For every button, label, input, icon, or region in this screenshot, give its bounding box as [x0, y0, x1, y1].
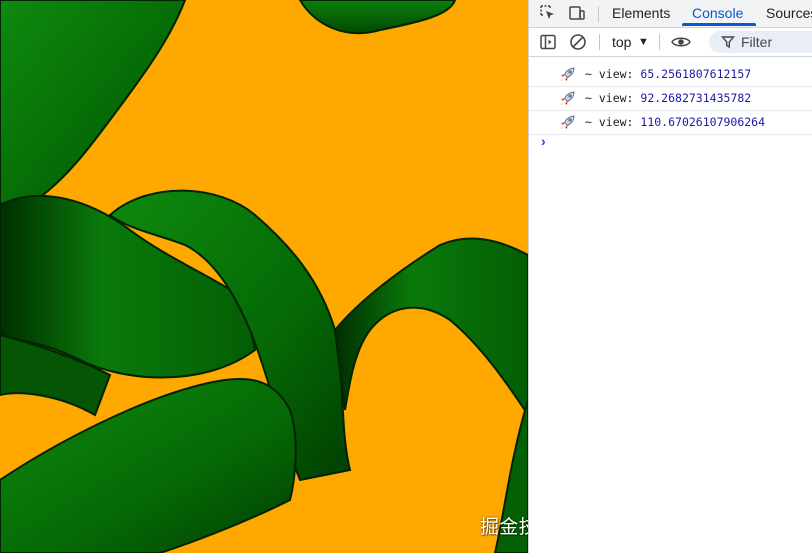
ribbon-right-rise	[333, 237, 528, 417]
tab-elements[interactable]: Elements	[612, 5, 670, 21]
filter-input[interactable]: Filter	[709, 31, 812, 53]
ribbon-bottom-sweep	[0, 378, 297, 553]
chevron-down-icon[interactable]: ▼	[638, 36, 649, 48]
log-value: 92.2682731435782	[640, 91, 752, 105]
console-prompt[interactable]: ›	[541, 133, 546, 149]
log-value: 110.67026107906264	[640, 115, 766, 129]
toolbar-separator	[659, 34, 660, 50]
ribbon-top-center	[298, 0, 457, 35]
rocket-icon	[561, 91, 575, 105]
inspect-element-icon[interactable]	[539, 4, 557, 22]
tab-sources[interactable]: Sources	[766, 5, 812, 21]
context-selector[interactable]: top	[612, 34, 631, 50]
tab-separator	[598, 6, 599, 22]
console-toolbar: top ▼ Filter	[529, 28, 812, 57]
rocket-icon	[561, 67, 575, 81]
live-expression-icon[interactable]	[671, 33, 691, 51]
filter-placeholder: Filter	[741, 34, 773, 50]
console-log-row[interactable]: ~ view: 92.2682731435782	[529, 87, 812, 111]
log-value: 65.2561807612157	[640, 67, 752, 81]
active-tab-indicator	[682, 23, 756, 26]
ribbon-top-left	[0, 0, 187, 222]
toolbar-separator	[599, 34, 600, 50]
device-toolbar-icon[interactable]	[568, 4, 586, 22]
console-log-row[interactable]: ~ view: 110.67026107906264	[529, 111, 812, 135]
devtools-tab-bar: Elements Console Sources	[529, 0, 812, 28]
filter-icon	[721, 36, 735, 49]
console-sidebar-icon[interactable]	[539, 33, 557, 51]
log-prefix: ~ view:	[585, 91, 634, 105]
webgl-viewport[interactable]: 掘金技术社区 @ 敲敲敲敲暴你脑袋	[0, 0, 528, 553]
ribbon-scene	[0, 0, 528, 553]
log-prefix: ~ view:	[585, 67, 634, 81]
rocket-icon	[561, 115, 575, 129]
watermark: 掘金技术社区 @ 敲敲敲敲暴你脑袋	[480, 516, 528, 538]
tab-console[interactable]: Console	[692, 5, 743, 21]
console-log-row[interactable]: ~ view: 65.2561807612157	[529, 63, 812, 87]
devtools-panel: Elements Console Sources top ▼ Filter	[528, 0, 812, 553]
clear-console-icon[interactable]	[569, 33, 587, 51]
log-prefix: ~ view:	[585, 115, 634, 129]
